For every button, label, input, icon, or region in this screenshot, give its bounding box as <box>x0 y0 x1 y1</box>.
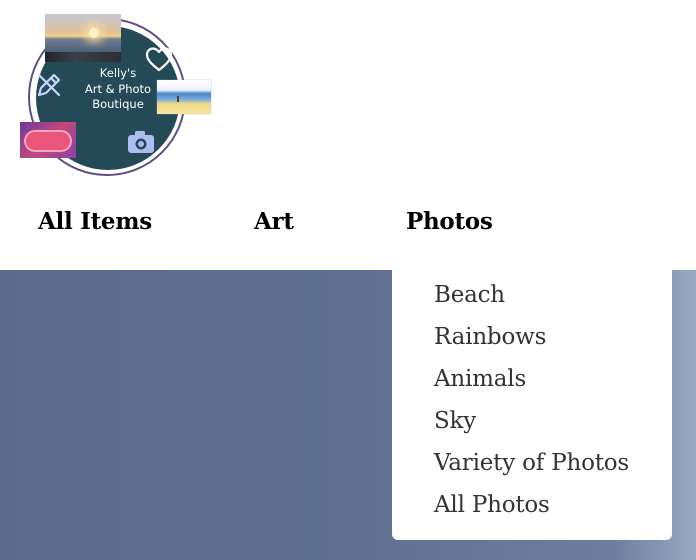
dropdown-item-sky[interactable]: Sky <box>434 408 476 434</box>
logo-text-line-3: Boutique <box>92 97 144 111</box>
logo-text-line-1: Kelly's <box>99 66 137 80</box>
logo-text: Kelly's Art & Photo Boutique <box>66 66 170 113</box>
beach-photo-thumbnail <box>157 80 211 114</box>
sunset-photo-thumbnail <box>45 14 121 62</box>
main-nav: All Items Art Photos <box>0 208 696 252</box>
photos-dropdown-menu: Beach Rainbows Animals Sky Variety of Ph… <box>392 270 672 540</box>
dropdown-item-beach[interactable]: Beach <box>434 282 505 308</box>
logo-text-line-2: Art & Photo <box>84 81 152 96</box>
nav-item-photos[interactable]: Photos <box>406 208 493 235</box>
nav-item-art[interactable]: Art <box>254 208 294 235</box>
pen-icon <box>37 73 61 97</box>
dropdown-item-animals[interactable]: Animals <box>434 366 526 392</box>
site-logo[interactable]: Kelly's Art & Photo Boutique <box>18 12 214 176</box>
dropdown-item-rainbows[interactable]: Rainbows <box>434 324 546 350</box>
camera-icon <box>128 131 154 153</box>
art-thumbnail <box>20 122 76 158</box>
nav-item-all-items[interactable]: All Items <box>38 208 152 235</box>
dropdown-item-variety-of-photos[interactable]: Variety of Photos <box>434 450 629 476</box>
dropdown-item-all-photos[interactable]: All Photos <box>434 492 550 518</box>
